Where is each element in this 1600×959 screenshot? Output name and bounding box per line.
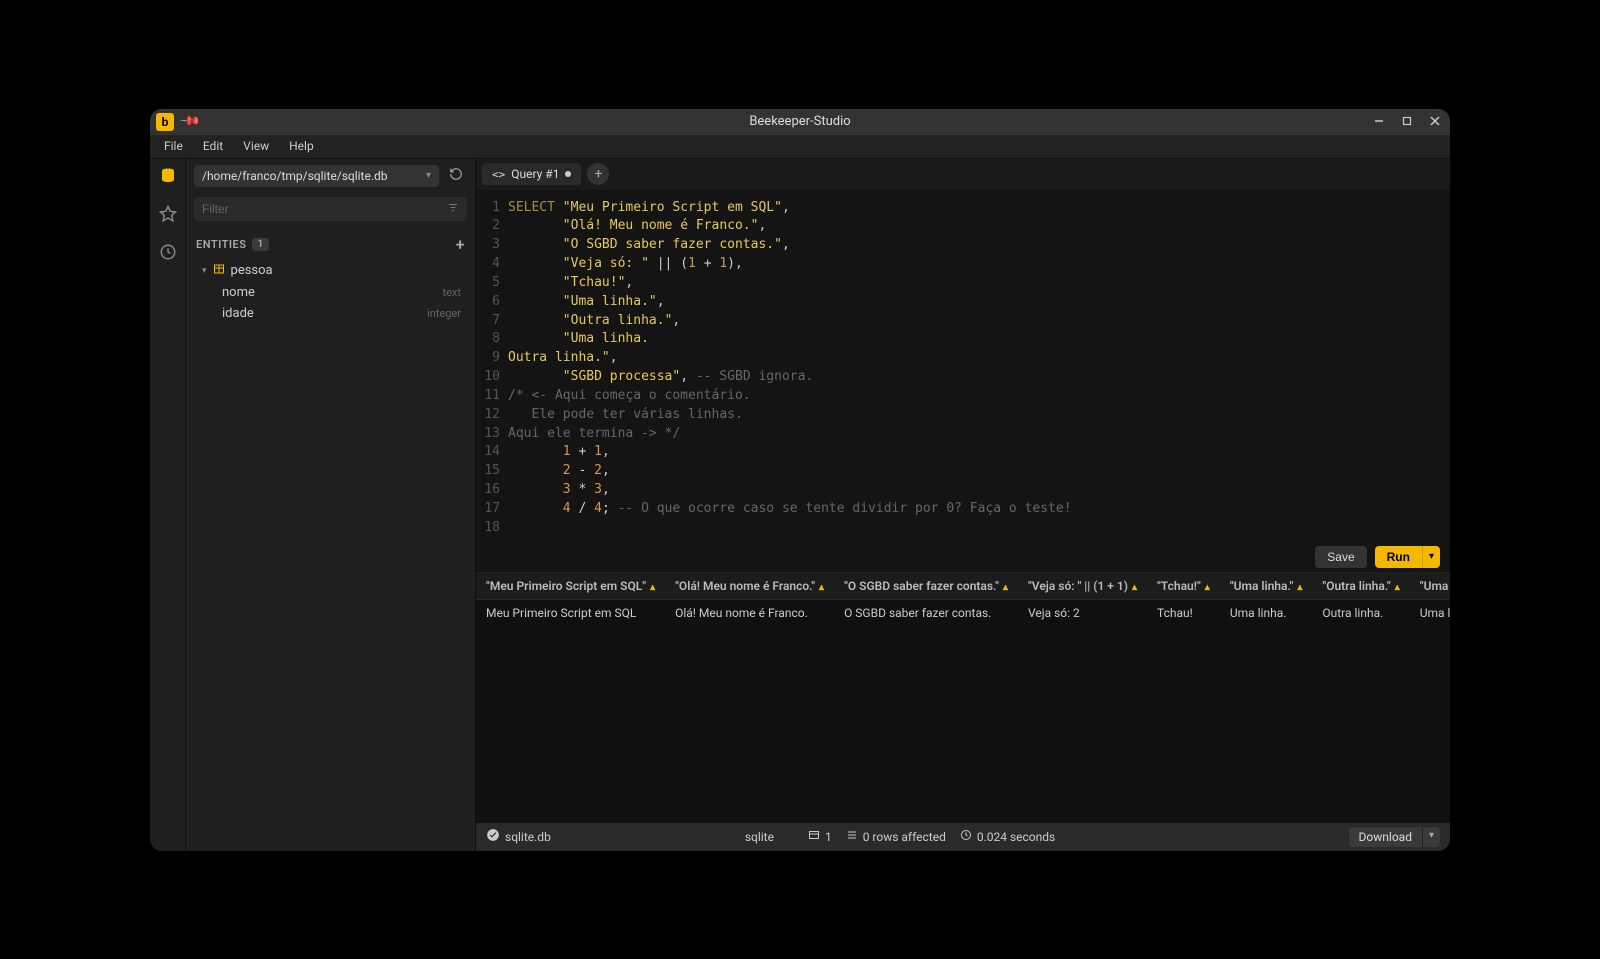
menu-file[interactable]: File [156,137,191,155]
maximize-button[interactable] [1398,115,1416,129]
results-cell: Outra linha. [1312,599,1409,626]
window-title: Beekeeper-Studio [749,114,850,129]
results-cell: Meu Primeiro Script em SQL [476,599,665,626]
results-column-header[interactable]: "Uma linha."▴ [1220,573,1313,600]
editor-code[interactable]: SELECT "Meu Primeiro Script em SQL", "Ol… [508,199,1450,538]
history-icon[interactable] [159,243,177,265]
chevron-down-icon: ▾ [202,266,207,276]
close-button[interactable] [1426,115,1444,129]
column-type: text [443,286,462,299]
results-column-header[interactable]: "Uma linha. Outra linha."▴ [1410,573,1450,600]
results-column-header[interactable]: "Veja só: " || (1 + 1)▴ [1018,573,1147,600]
results-column-header[interactable]: "Meu Primeiro Script em SQL"▴ [476,573,665,600]
editor-gutter: 123456789101112131415161718 [476,199,508,538]
unsaved-dot-icon [565,171,571,177]
menubar: File Edit View Help [150,135,1450,159]
save-button[interactable]: Save [1315,546,1366,568]
results-cell: Olá! Meu nome é Franco. [665,599,834,626]
connection-dropdown[interactable]: /home/franco/tmp/sqlite/sqlite.db ▾ [194,165,439,187]
sql-editor[interactable]: 123456789101112131415161718 SELECT "Meu … [476,191,1450,542]
table-row[interactable]: Meu Primeiro Script em SQLOlá! Meu nome … [476,599,1450,626]
download-button[interactable]: Download [1349,827,1422,847]
download-dropdown-button[interactable]: ▾ [1422,827,1440,847]
rows-icon [808,829,820,844]
results-table: "Meu Primeiro Script em SQL"▴"Olá! Meu n… [476,573,1450,626]
results-cell: Veja só: 2 [1018,599,1147,626]
status-db-name: sqlite.db [505,830,551,844]
minimize-button[interactable] [1370,115,1388,129]
menu-view[interactable]: View [235,137,277,155]
results-cell: Uma linha. [1220,599,1313,626]
filter-input[interactable] [194,197,467,221]
results-cell: Uma linha. ↵ Outra linha. [1410,599,1450,626]
affected-icon [846,829,858,844]
code-icon: <> [492,168,505,181]
tab-bar: <> Query #1 + [476,159,1450,191]
entity-tree: ▾ pessoa nome text idade integer [186,260,475,324]
tab-query-1[interactable]: <> Query #1 [482,163,581,185]
add-tab-button[interactable]: + [587,163,609,185]
add-entity-button[interactable]: + [456,235,465,254]
table-item-pessoa[interactable]: ▾ pessoa [192,260,469,282]
column-name: idade [222,306,254,321]
menu-help[interactable]: Help [281,137,322,155]
refresh-icon[interactable] [445,167,467,185]
clock-icon [960,829,972,844]
star-icon[interactable] [159,205,177,227]
pin-icon[interactable]: 📌 [179,110,201,132]
connection-path: /home/franco/tmp/sqlite/sqlite.db [202,169,388,183]
column-type: integer [427,307,461,320]
table-name: pessoa [231,263,273,278]
run-button[interactable]: Run [1375,546,1422,568]
status-db-type: sqlite [745,830,774,844]
sidebar: /home/franco/tmp/sqlite/sqlite.db ▾ ENTI… [186,159,476,851]
run-bar: Save Run ▾ [476,542,1450,572]
results-column-header[interactable]: "Olá! Meu nome é Franco."▴ [665,573,834,600]
titlebar[interactable]: b 📌 Beekeeper-Studio [150,109,1450,135]
column-item[interactable]: idade integer [192,303,469,324]
status-bar: sqlite.db sqlite 1 0 rows affected [476,823,1450,851]
results-column-header[interactable]: "Tchau!"▴ [1147,573,1220,600]
status-row-count: 1 [825,830,832,844]
check-icon [486,828,500,845]
results-cell: Tchau! [1147,599,1220,626]
menu-edit[interactable]: Edit [195,137,231,155]
database-icon[interactable] [159,167,177,189]
app-logo-icon: b [156,113,174,131]
entities-label: ENTITIES [196,238,246,251]
results-column-header[interactable]: "Outra linha."▴ [1312,573,1409,600]
results-cell: O SGBD saber fazer contas. [834,599,1018,626]
chevron-down-icon: ▾ [426,170,431,181]
column-item[interactable]: nome text [192,282,469,303]
app-window: b 📌 Beekeeper-Studio File Edit View Help [150,109,1450,851]
run-dropdown-button[interactable]: ▾ [1422,546,1440,568]
results-panel[interactable]: "Meu Primeiro Script em SQL"▴"Olá! Meu n… [476,572,1450,823]
column-name: nome [222,285,255,300]
tab-label: Query #1 [511,167,559,181]
main-panel: <> Query #1 + 12345678910111213141516171… [476,159,1450,851]
side-icon-strip [150,159,186,851]
entities-count: 1 [252,238,268,251]
status-rows-affected: 0 rows affected [863,830,946,844]
results-header-row: "Meu Primeiro Script em SQL"▴"Olá! Meu n… [476,573,1450,600]
table-icon [213,263,225,279]
status-elapsed: 0.024 seconds [977,830,1055,844]
entities-header: ENTITIES 1 + [186,225,475,260]
results-column-header[interactable]: "O SGBD saber fazer contas."▴ [834,573,1018,600]
